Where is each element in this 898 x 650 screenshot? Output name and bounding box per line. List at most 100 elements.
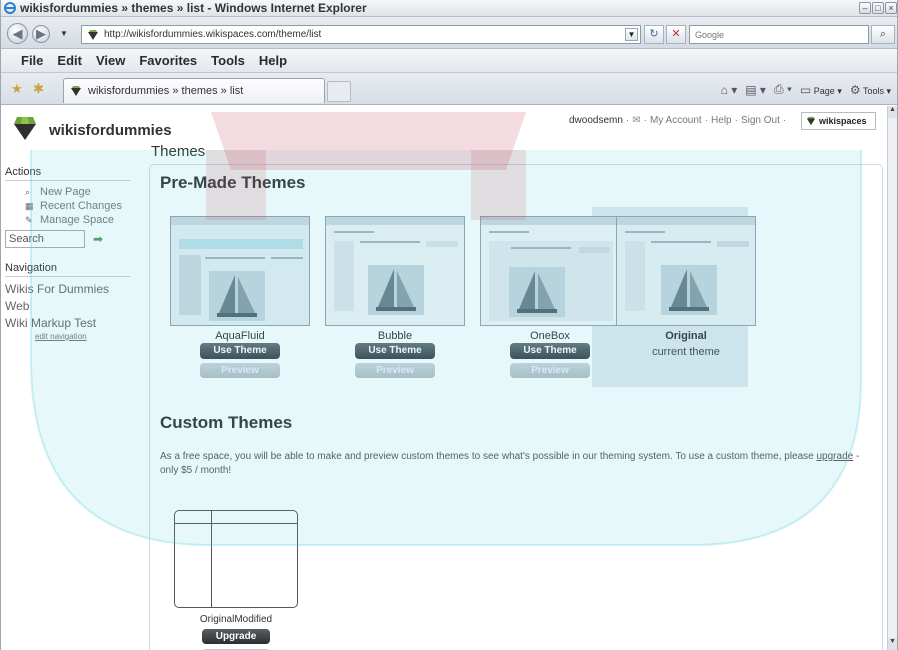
title-bar: wikisfordummies » themes » list - Window…	[1, 0, 897, 17]
theme-thumbnail[interactable]	[480, 216, 620, 326]
mail-envelope-icon[interactable]: ✉	[632, 115, 640, 126]
nav-link-wiki-markup-test[interactable]: Wiki Markup Test	[5, 315, 145, 332]
tab-bar: ★ ✱ wikisfordummies » themes » list ⌂ ▾ …	[1, 73, 897, 105]
address-dropdown-icon[interactable]: ▼	[625, 28, 638, 41]
history-dropdown-icon[interactable]: ▼	[60, 29, 68, 38]
navigation-heading: Navigation	[5, 262, 130, 277]
menu-edit[interactable]: Edit	[57, 53, 82, 68]
wikispaces-logo[interactable]: wikispaces	[801, 112, 876, 130]
page-title: Themes	[151, 143, 206, 160]
print-icon[interactable]: ⎙ ▾	[774, 82, 792, 97]
nav-link-web[interactable]: Web	[5, 298, 145, 315]
search-box[interactable]	[689, 25, 869, 44]
address-url: http://wikisfordummies.wikispaces.com/th…	[104, 29, 322, 40]
menu-help[interactable]: Help	[259, 53, 287, 68]
sailboat-icon	[209, 271, 265, 321]
custom-themes-description: As a free space, you will be able to mak…	[160, 451, 860, 476]
manage-space-icon: ✎	[25, 214, 33, 225]
new-page-icon: ⌕	[25, 186, 31, 197]
edit-navigation-link[interactable]: edit navigation	[35, 332, 145, 341]
scroll-up-icon[interactable]: ▲	[888, 106, 897, 118]
tab-label: wikisfordummies » themes » list	[88, 85, 244, 97]
forward-button[interactable]: ▶	[32, 25, 50, 43]
favorites-star-icon[interactable]: ★	[11, 81, 23, 97]
vertical-scrollbar[interactable]: ▲ ▼	[887, 106, 897, 650]
maximize-button[interactable]: □	[872, 2, 884, 14]
new-tab-button[interactable]	[327, 81, 351, 102]
wiki-search-input[interactable]	[5, 230, 85, 248]
sign-out-link[interactable]: Sign Out	[741, 115, 780, 126]
browser-window: wikisfordummies » themes » list - Window…	[0, 0, 898, 650]
custom-theme-thumbnail[interactable]	[174, 510, 298, 608]
address-field[interactable]: http://wikisfordummies.wikispaces.com/th…	[81, 25, 641, 44]
menu-bar: File Edit View Favorites Tools Help	[1, 49, 897, 73]
wikispaces-favicon-icon	[88, 29, 98, 40]
help-link[interactable]: Help	[711, 115, 732, 126]
wiki-logo-icon	[14, 117, 36, 140]
page-menu[interactable]: ▭ Page ▾	[800, 83, 842, 97]
theme-thumbnail[interactable]	[325, 216, 465, 326]
username-link[interactable]: dwoodsemn	[569, 115, 623, 126]
tab-current[interactable]: wikisfordummies » themes » list	[63, 78, 325, 103]
ie-logo-icon	[4, 2, 16, 14]
sidebar-item-recent-changes[interactable]: ▦ Recent Changes	[25, 199, 145, 213]
search-icon[interactable]: ⌕	[871, 25, 895, 44]
menu-favorites[interactable]: Favorites	[139, 53, 197, 68]
sailboat-icon	[509, 267, 565, 317]
home-icon[interactable]: ⌂ ▾	[721, 83, 738, 97]
scroll-down-icon[interactable]: ▼	[888, 638, 897, 650]
use-theme-button[interactable]: Use Theme	[355, 343, 435, 359]
wiki-search: ➡	[5, 230, 145, 248]
add-favorites-icon[interactable]: ✱	[33, 81, 44, 97]
theme-thumbnail[interactable]	[170, 216, 310, 326]
close-button[interactable]: ×	[885, 2, 897, 14]
search-input[interactable]	[690, 26, 860, 43]
command-bar: ⌂ ▾ ▤ ▾ ⎙ ▾ ▭ Page ▾ ⚙ Tools ▾	[721, 82, 891, 97]
themes-panel: Pre-Made Themes AquaFluid Use Theme Prev…	[149, 164, 883, 650]
current-theme-label: current theme	[652, 346, 720, 358]
sailboat-icon	[661, 265, 717, 315]
menu-view[interactable]: View	[96, 53, 125, 68]
custom-theme-name: OriginalModified	[199, 614, 273, 625]
theme-name: AquaFluid	[215, 330, 265, 342]
my-account-link[interactable]: My Account	[650, 115, 702, 126]
page-viewport: wikisfordummies Themes dwoodsemn · ✉ · M…	[1, 106, 889, 650]
sidebar-item-manage-space[interactable]: ✎ Manage Space	[25, 213, 145, 227]
nav-link-wikis-for-dummies[interactable]: Wikis For Dummies	[5, 281, 145, 298]
recent-changes-icon: ▦	[25, 200, 34, 211]
theme-name: Original	[665, 330, 707, 342]
preview-button[interactable]: Preview	[510, 363, 590, 378]
preview-button[interactable]: Preview	[200, 363, 280, 378]
wiki-name[interactable]: wikisfordummies	[49, 122, 172, 139]
page-icon: ▭	[799, 82, 812, 97]
wikispaces-logo-icon	[806, 116, 816, 126]
sidebar-item-new-page[interactable]: ⌕ New Page	[25, 185, 145, 199]
use-theme-button[interactable]: Use Theme	[510, 343, 590, 359]
tools-gear-icon: ⚙	[849, 82, 861, 97]
preview-button[interactable]: Preview	[355, 363, 435, 378]
theme-name: OneBox	[530, 330, 570, 342]
feeds-icon[interactable]: ▤ ▾	[745, 83, 766, 97]
theme-name: Bubble	[377, 330, 413, 342]
stop-button[interactable]: ✕	[666, 25, 686, 44]
back-button[interactable]: ◀	[7, 23, 28, 44]
menu-tools[interactable]: Tools	[211, 53, 245, 68]
wikispaces-favicon-icon	[71, 86, 81, 96]
use-theme-button[interactable]: Use Theme	[200, 343, 280, 359]
upgrade-link[interactable]: upgrade	[817, 451, 854, 462]
premade-themes-heading: Pre-Made Themes	[160, 173, 306, 192]
upgrade-button[interactable]: Upgrade	[202, 629, 270, 644]
wikispaces-brand: wikispaces	[819, 116, 867, 126]
user-bar: dwoodsemn · ✉ · My Account · Help · Sign…	[569, 115, 787, 126]
window-title: wikisfordummies » themes » list - Window…	[20, 1, 367, 15]
theme-thumbnail[interactable]	[616, 216, 756, 326]
menu-file[interactable]: File	[21, 53, 43, 68]
sailboat-icon	[368, 265, 424, 315]
window-controls: – □ ×	[859, 2, 897, 14]
refresh-button[interactable]: ↻	[644, 25, 664, 44]
tools-menu[interactable]: ⚙ Tools ▾	[850, 83, 891, 97]
search-go-arrow-icon[interactable]: ➡	[93, 232, 103, 246]
minimize-button[interactable]: –	[859, 2, 871, 14]
sidebar: Actions ⌕ New Page ▦ Recent Changes ✎ Ma…	[5, 166, 145, 341]
custom-themes-heading: Custom Themes	[160, 413, 293, 432]
